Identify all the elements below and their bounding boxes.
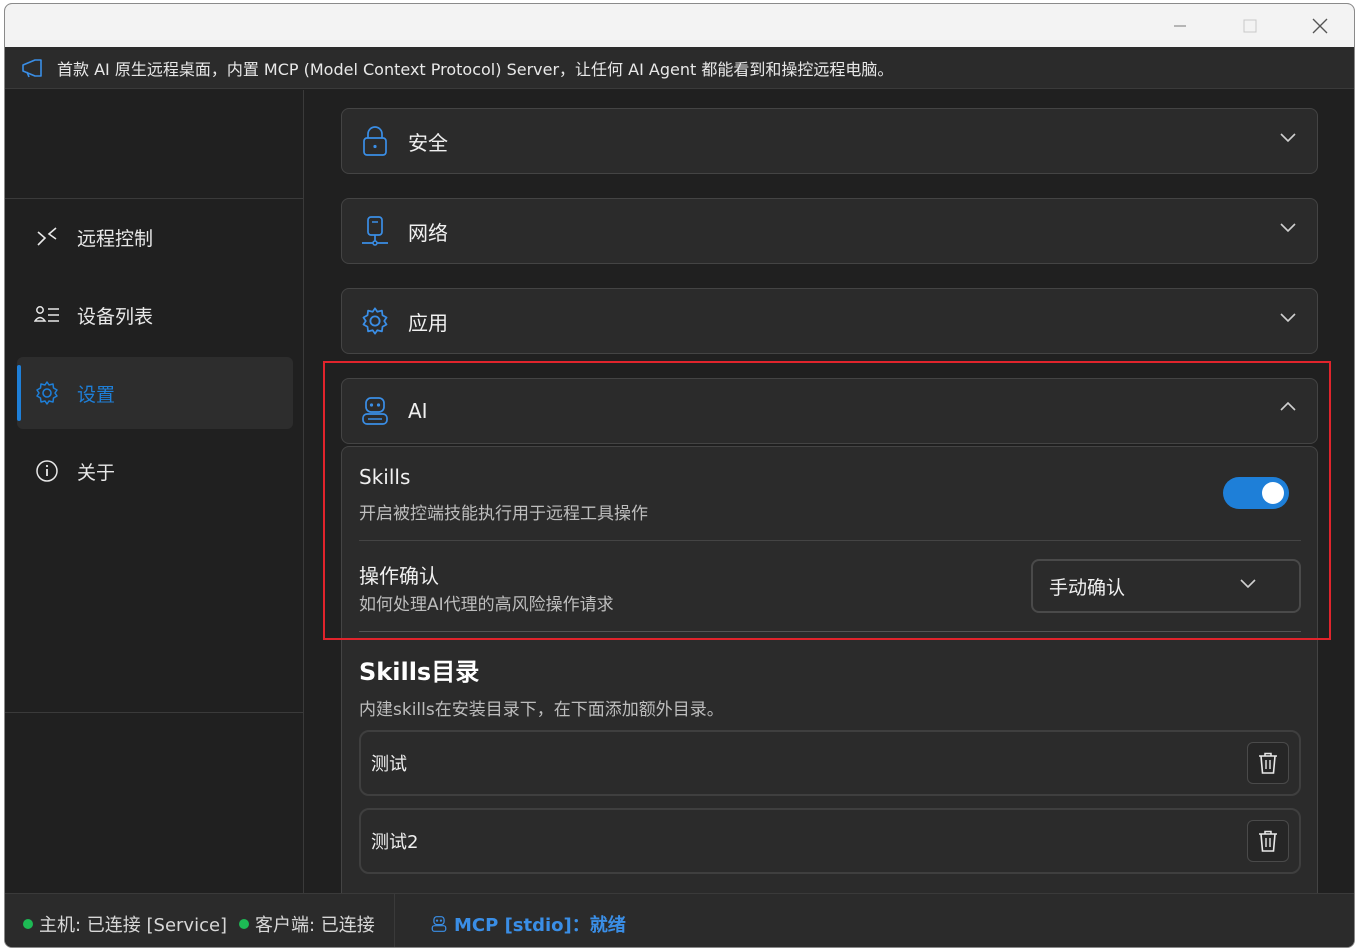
close-icon: [1312, 18, 1328, 33]
sidebar-item-label: 远程控制: [77, 227, 154, 250]
sidebar: 远程控制 设备列表 设置 关于: [5, 90, 304, 893]
skills-dir-item: 测试2: [359, 808, 1301, 874]
mcp-status-text: MCP [stdio]：就绪: [454, 915, 626, 936]
chevron-down-icon: [1280, 133, 1296, 143]
status-divider: [394, 894, 395, 947]
minimize-icon: [1174, 25, 1186, 26]
sidebar-item-label: 设置: [77, 383, 116, 406]
dir-path: 测试: [371, 754, 407, 775]
banner-text: 首款 AI 原生远程桌面，内置 MCP (Model Context Proto…: [57, 59, 894, 79]
sidebar-item-device-list[interactable]: 设备列表: [17, 279, 293, 351]
close-button[interactable]: [1285, 4, 1354, 47]
device-list-icon: [34, 302, 60, 328]
chevron-down-icon: [1280, 223, 1296, 233]
dir-path: 测试2: [371, 832, 419, 853]
host-status: 主机: 已连接 [Service]: [23, 911, 227, 937]
sidebar-item-remote-control[interactable]: 远程控制: [17, 201, 293, 273]
announcement-banner: 首款 AI 原生远程桌面，内置 MCP (Model Context Proto…: [5, 47, 1354, 89]
section-security[interactable]: 安全: [341, 108, 1318, 174]
gear-icon: [34, 380, 60, 406]
lock-icon: [358, 124, 392, 158]
highlight-box: [323, 361, 1331, 640]
gear-icon: [358, 304, 392, 338]
sidebar-item-label: 关于: [77, 461, 116, 484]
host-status-text: 主机: 已连接 [Service]: [39, 915, 228, 936]
skills-dir-title: Skills目录: [359, 658, 480, 686]
maximize-button[interactable]: [1215, 4, 1285, 47]
client-status: 客户端: 已连接: [239, 911, 375, 937]
title-bar: [5, 4, 1354, 47]
sidebar-divider: [5, 198, 304, 199]
skills-dir-item: 测试: [359, 730, 1301, 796]
network-icon: [358, 214, 392, 248]
status-dot: [239, 919, 249, 929]
chevron-down-icon: [1280, 313, 1296, 323]
client-status-text: 客户端: 已连接: [255, 915, 375, 936]
robot-icon: [431, 916, 447, 932]
maximize-icon: [1243, 19, 1257, 32]
delete-button[interactable]: [1247, 742, 1289, 784]
remote-control-icon: [34, 224, 60, 250]
section-network[interactable]: 网络: [341, 198, 1318, 264]
trash-icon: [1259, 830, 1277, 852]
section-app[interactable]: 应用: [341, 288, 1318, 354]
sidebar-item-settings[interactable]: 设置: [17, 357, 293, 429]
status-dot: [23, 919, 33, 929]
section-label: 网络: [408, 220, 448, 245]
trash-icon: [1259, 752, 1277, 774]
skills-dir-description: 内建skills在安装目录下，在下面添加额外目录。: [359, 700, 724, 720]
section-label: 应用: [408, 310, 448, 335]
status-bar: 主机: 已连接 [Service] 客户端: 已连接 MCP [stdio]：就…: [5, 893, 1354, 947]
mcp-status[interactable]: MCP [stdio]：就绪: [430, 911, 626, 937]
sidebar-item-about[interactable]: 关于: [17, 435, 293, 507]
sidebar-divider: [5, 712, 304, 713]
info-icon: [34, 458, 60, 484]
section-label: 安全: [408, 130, 448, 155]
megaphone-icon: [22, 58, 42, 77]
sidebar-item-label: 设备列表: [77, 305, 154, 328]
minimize-button[interactable]: [1145, 4, 1215, 47]
delete-button[interactable]: [1247, 820, 1289, 862]
